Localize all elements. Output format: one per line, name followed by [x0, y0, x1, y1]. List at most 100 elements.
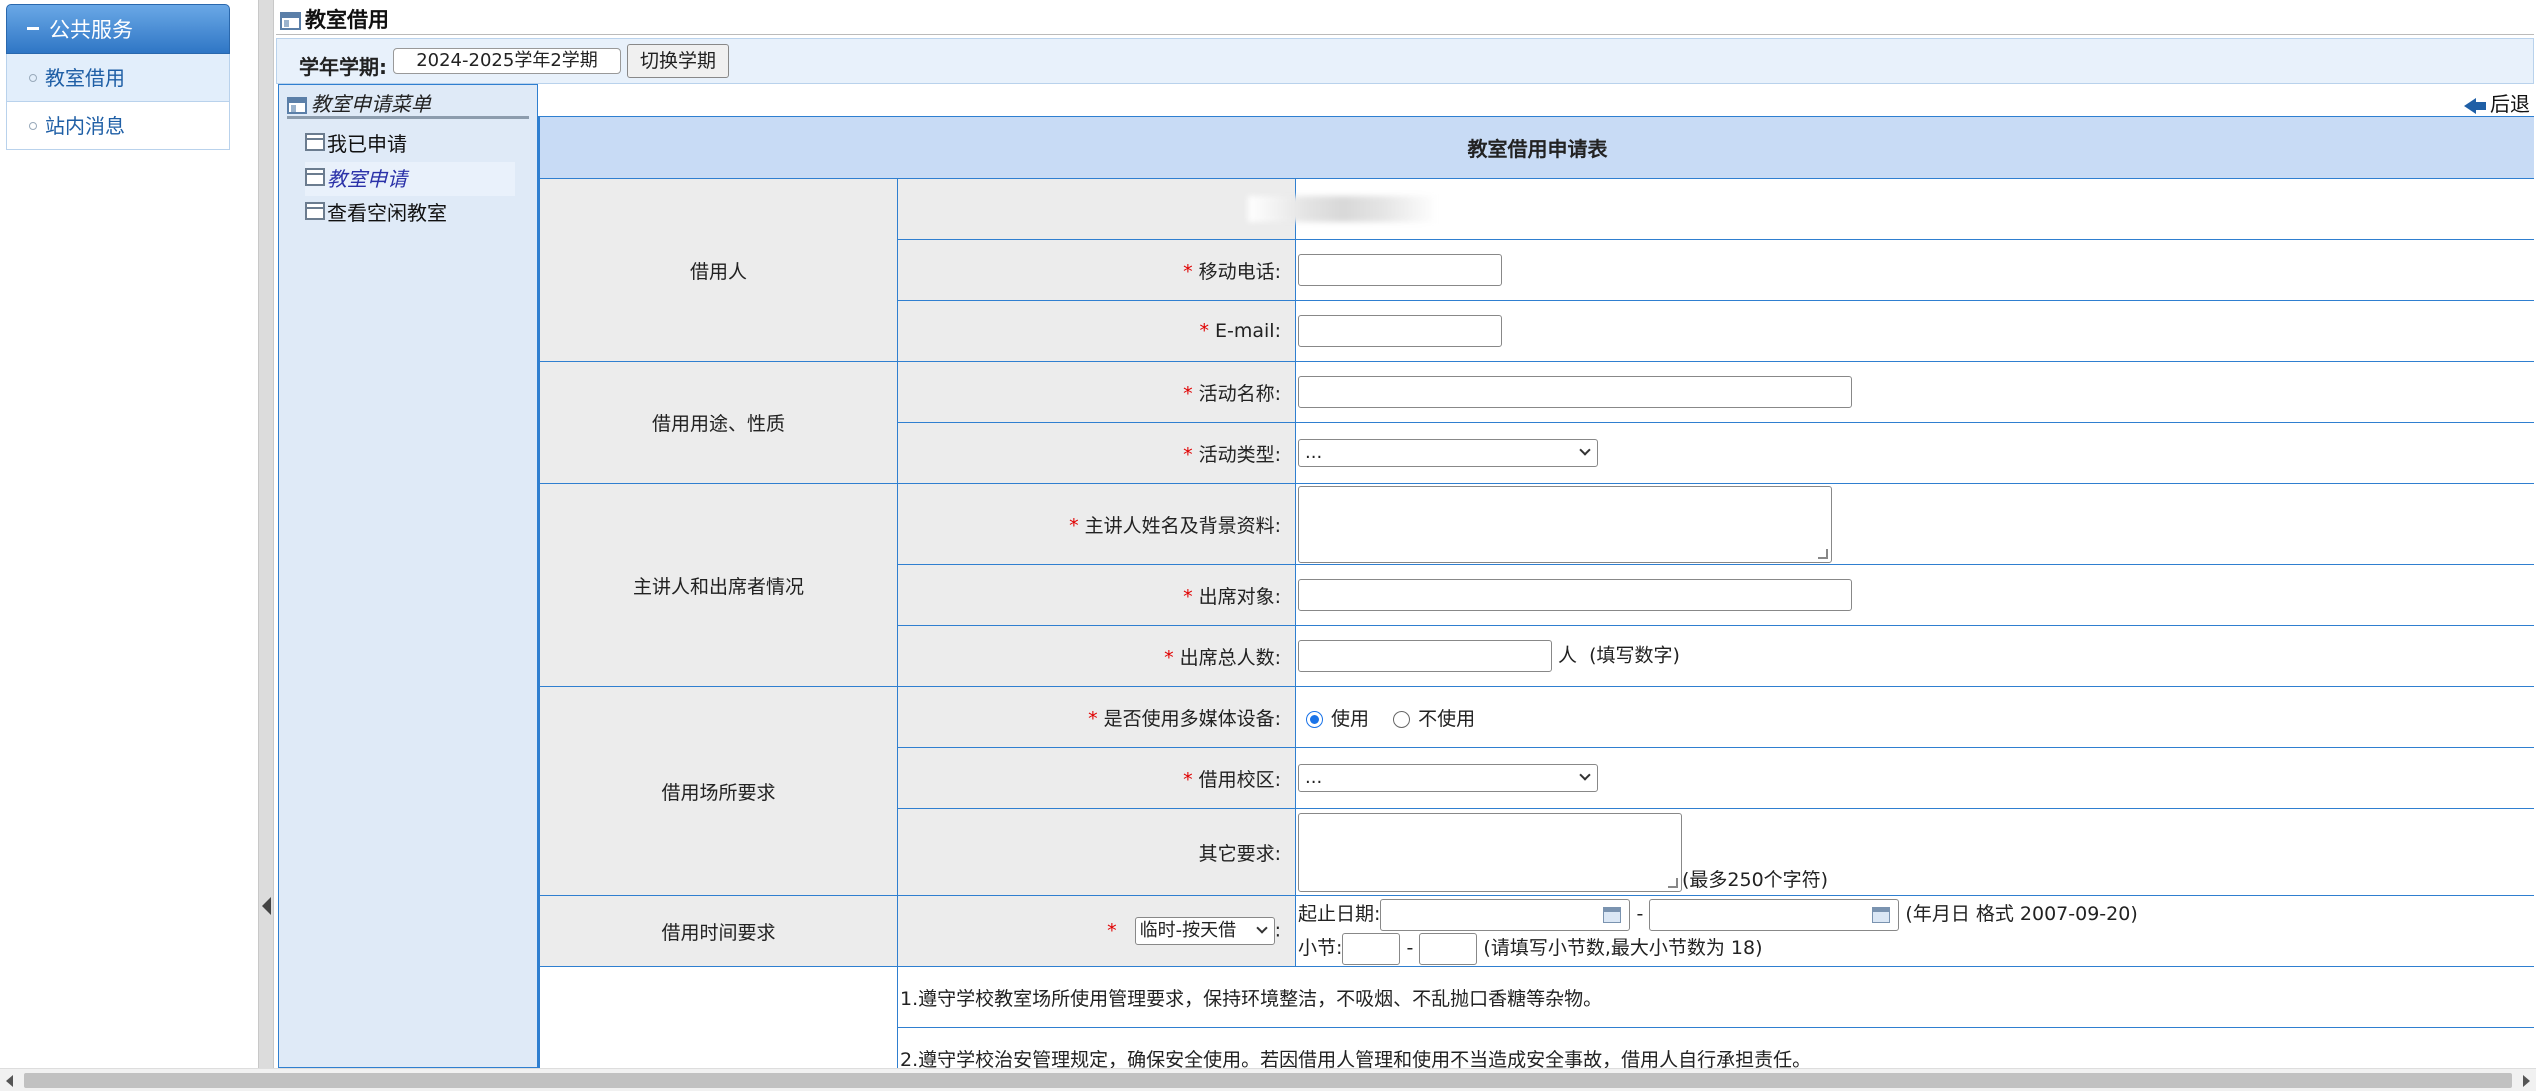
nav-item-classroom-borrow[interactable]: 教室借用 — [6, 54, 230, 102]
menu-window-icon — [287, 97, 307, 114]
scroll-left-arrow-icon[interactable] — [6, 1075, 13, 1087]
activity-type-select[interactable]: ... — [1298, 439, 1598, 467]
submenu-item-my-applications[interactable]: 我已申请 — [305, 127, 515, 161]
back-link[interactable]: 后退 — [2464, 88, 2530, 117]
page-title: 教室借用 — [280, 6, 389, 34]
group-purpose: 借用用途、性质 — [539, 361, 898, 484]
scrollbar-thumb[interactable] — [24, 1073, 2512, 1088]
other-requirements-textarea[interactable] — [1298, 813, 1682, 892]
back-arrow-icon — [2464, 97, 2476, 114]
form-title: 教室借用申请表 — [539, 116, 2534, 179]
end-period-input[interactable] — [1419, 932, 1478, 965]
application-form: 教室借用申请表 借用人 * 移动电话: * E-mail: 借用用途、性质 * 活动名… — [538, 116, 2534, 1068]
submenu-item-classroom-application[interactable]: 教室申请 — [305, 162, 515, 196]
multimedia-yes-radio[interactable] — [1306, 710, 1323, 728]
date-range-dash: - — [1636, 903, 1644, 925]
nav-item-label: 站内消息 — [45, 114, 125, 138]
email-label: * E-mail: — [897, 300, 1296, 362]
end-date-input[interactable] — [1649, 898, 1900, 931]
group-borrower: 借用人 — [539, 178, 898, 362]
nav-header-public-services[interactable]: 公共服务 — [6, 4, 230, 54]
submenu-item-label: 教室申请 — [327, 167, 407, 191]
campus-label-text: 借用校区: — [1198, 768, 1281, 791]
back-label: 后退 — [2490, 92, 2530, 116]
rules-group — [539, 966, 898, 1068]
audience-input[interactable] — [1298, 579, 1852, 611]
other-requirements-label-text: 其它要求: — [1198, 842, 1281, 865]
speaker-info-label-text: 主讲人姓名及背景资料: — [1084, 514, 1281, 537]
table-icon — [305, 132, 325, 151]
activity-type-value: ... — [1305, 442, 1323, 463]
back-arrow-tail — [2476, 101, 2486, 110]
activity-name-input[interactable] — [1298, 376, 1852, 408]
attendee-count-input[interactable] — [1298, 640, 1552, 672]
period-hint: (请填写小节数,最大小节数为 18) — [1483, 937, 1763, 959]
submenu-title: 教室申请菜单 — [287, 89, 529, 119]
borrower-name-value — [1248, 178, 2534, 240]
calendar-icon[interactable] — [1603, 906, 1622, 923]
start-date-input[interactable] — [1380, 898, 1631, 931]
chevron-down-icon — [1579, 769, 1591, 781]
window-icon — [280, 12, 301, 30]
group-speaker-attendees: 主讲人和出席者情况 — [539, 483, 898, 687]
attendee-count-label: * 出席总人数: — [897, 625, 1296, 687]
submenu-item-free-classrooms[interactable]: 查看空闲教室 — [305, 196, 515, 230]
redacted-name — [1248, 196, 1438, 222]
chevron-down-icon — [1255, 922, 1268, 934]
date-range-label: 起止日期: — [1298, 903, 1381, 925]
term-bar: 学年学期: 2024-2025学年2学期 切换学期 — [276, 38, 2534, 84]
multimedia-label: * 是否使用多媒体设备: — [897, 686, 1296, 748]
switch-term-button[interactable]: 切换学期 — [627, 44, 729, 78]
speaker-info-textarea[interactable] — [1298, 486, 1832, 563]
period-dash: - — [1406, 937, 1414, 959]
submenu-item-label: 查看空闲教室 — [327, 201, 447, 225]
required-mark: * — [1199, 320, 1210, 342]
group-venue: 借用场所要求 — [539, 686, 898, 896]
multimedia-no-radio[interactable] — [1393, 710, 1411, 728]
chevron-down-icon — [1579, 444, 1591, 456]
calendar-icon[interactable] — [1872, 906, 1891, 923]
required-mark: * — [1183, 443, 1193, 466]
required-mark: * — [1107, 919, 1117, 942]
speaker-info-label: * 主讲人姓名及背景资料: — [897, 483, 1296, 565]
attendee-count-hint: 人 (填写数字) — [1558, 644, 1680, 667]
mobile-input[interactable] — [1298, 254, 1502, 286]
rule-item-2: 2.遵守学校治安管理规定，确保安全使用。若因借用人管理和使用不当造成安全事故，借… — [897, 1027, 2534, 1068]
email-input[interactable] — [1298, 315, 1502, 347]
term-label: 学年学期: — [299, 55, 387, 79]
required-mark: * — [1183, 382, 1193, 405]
time-mode-label: * 临时-按天借: — [897, 895, 1296, 967]
campus-value: ... — [1305, 767, 1323, 788]
nav-item-label: 教室借用 — [45, 66, 125, 90]
panel-splitter[interactable] — [258, 0, 274, 1068]
title-divider — [276, 34, 2534, 35]
nav-item-site-messages[interactable]: 站内消息 — [6, 102, 230, 150]
activity-name-label: * 活动名称: — [897, 361, 1296, 423]
multimedia-yes-label: 使用 — [1331, 707, 1370, 730]
required-mark: * — [1069, 514, 1079, 537]
campus-select[interactable]: ... — [1298, 764, 1598, 792]
scroll-right-arrow-icon[interactable] — [2523, 1075, 2530, 1087]
required-mark: * — [1164, 646, 1174, 669]
multimedia-no-label: 不使用 — [1418, 707, 1476, 730]
time-mode-select[interactable]: 临时-按天借 — [1134, 917, 1275, 945]
email-label-text: E-mail: — [1215, 320, 1281, 342]
activity-name-label-text: 活动名称: — [1198, 382, 1281, 405]
required-mark: * — [1183, 585, 1193, 608]
required-mark: * — [1183, 260, 1193, 283]
rule-item-1: 1.遵守学校教室场所使用管理要求，保持环境整洁，不吸烟、不乱抛口香糖等杂物。 — [897, 966, 2534, 1028]
activity-type-label: * 活动类型: — [897, 422, 1296, 484]
table-icon — [305, 167, 325, 186]
required-mark: * — [1183, 768, 1193, 791]
submenu-title-text: 教室申请菜单 — [311, 92, 431, 116]
mobile-label: * 移动电话: — [897, 239, 1296, 301]
bullet-icon — [29, 121, 37, 130]
collapse-left-arrow-icon[interactable] — [262, 897, 271, 915]
horizontal-scrollbar[interactable] — [0, 1068, 2536, 1091]
audience-label: * 出席对象: — [897, 564, 1296, 626]
other-requirements-label: 其它要求: — [897, 808, 1296, 896]
term-select[interactable]: 2024-2025学年2学期 — [393, 48, 621, 74]
nav-header-label: 公共服务 — [49, 18, 133, 42]
group-time: 借用时间要求 — [539, 895, 898, 967]
start-period-input[interactable] — [1342, 932, 1401, 965]
